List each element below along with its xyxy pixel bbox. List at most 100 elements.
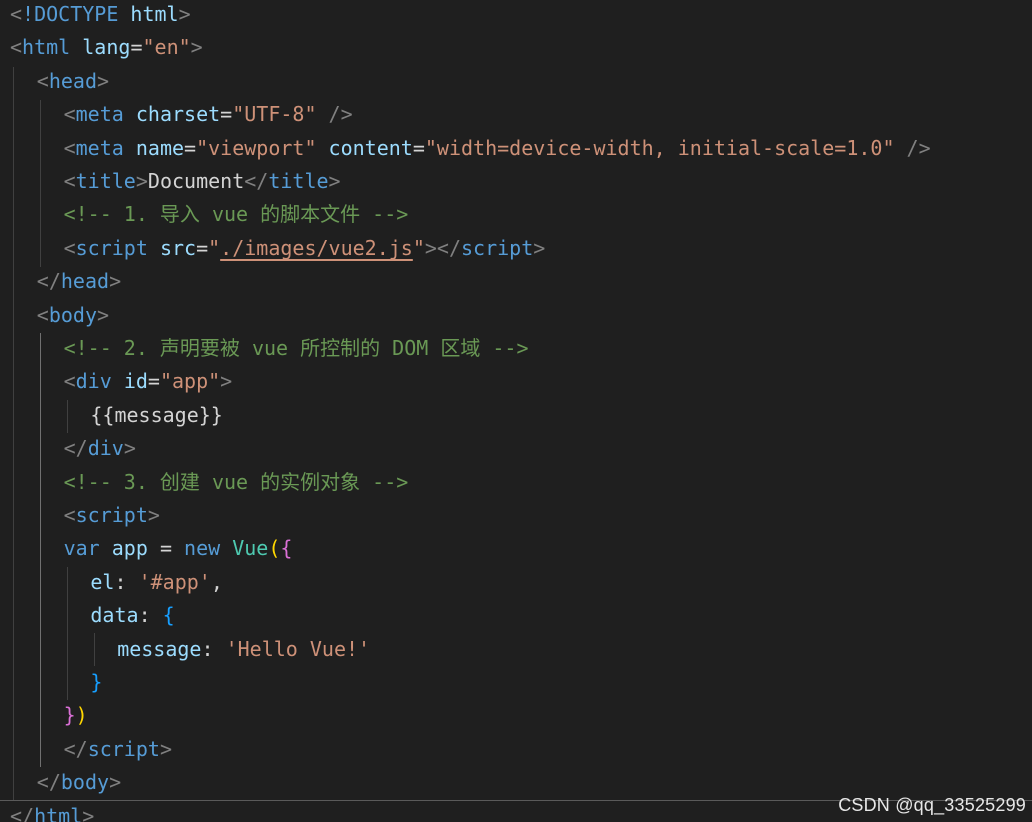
code-token: <!-- 2. 声明要被 vue 所控制的 DOM 区域 --> xyxy=(63,336,529,360)
code-token: "en" xyxy=(142,35,191,60)
code-token: script xyxy=(460,235,534,260)
code-token: > xyxy=(178,2,191,26)
code-token: > xyxy=(159,736,172,761)
code-token: div xyxy=(87,436,124,461)
code-token: > xyxy=(147,503,160,527)
code-token: body xyxy=(48,302,98,327)
code-line-15[interactable]: <!-- 3. 创建 vue 的实例对象 --> xyxy=(64,466,409,499)
code-token: content xyxy=(328,135,413,160)
code-line-19[interactable]: data: { xyxy=(90,599,174,632)
code-token: message xyxy=(117,636,202,661)
code-token: name xyxy=(135,135,185,160)
code-token: script xyxy=(75,503,148,527)
code-line-18[interactable]: el: '#app', xyxy=(90,566,222,599)
code-token: ( xyxy=(268,536,281,561)
code-token: !DOCTYPE xyxy=(22,2,119,26)
code-token: "width=device-width, initial-scale=1.0" xyxy=(424,135,895,160)
code-line-10[interactable]: <body> xyxy=(37,299,109,332)
code-line-25[interactable]: </html> xyxy=(10,800,94,822)
code-token: < xyxy=(63,102,76,127)
code-token: head xyxy=(48,68,98,93)
code-line-5[interactable]: <meta name="viewport" content="width=dev… xyxy=(64,132,931,165)
code-line-14[interactable]: </div> xyxy=(64,432,136,465)
code-token: = xyxy=(412,135,425,160)
code-token: data xyxy=(90,603,139,628)
watermark: CSDN @qq_33525299 xyxy=(838,795,1026,815)
code-token: < xyxy=(63,369,76,394)
code-line-6[interactable]: <title>Document</title> xyxy=(64,165,341,198)
code-token: < xyxy=(63,503,76,527)
code-token: : xyxy=(201,636,226,661)
code-token: charset xyxy=(135,102,221,127)
code-line-12[interactable]: <div id="app"> xyxy=(64,365,233,398)
code-token: > xyxy=(109,770,122,795)
code-token: } xyxy=(63,703,76,728)
code-token: </ xyxy=(36,770,61,795)
code-token: lang xyxy=(82,35,131,60)
code-token: > xyxy=(97,68,110,93)
code-line-1[interactable]: <!DOCTYPE html> xyxy=(10,0,191,31)
code-token: = xyxy=(184,135,197,160)
code-line-24[interactable]: </body> xyxy=(37,766,121,799)
code-line-4[interactable]: <meta charset="UTF-8" /> xyxy=(64,98,353,131)
code-line-13[interactable]: {{message}} xyxy=(90,399,222,432)
code-token: head xyxy=(60,269,110,294)
code-token: > xyxy=(109,269,122,294)
code-token: 'Hello Vue!' xyxy=(225,636,371,661)
code-line-20[interactable]: message: 'Hello Vue!' xyxy=(117,633,370,666)
code-token: { xyxy=(280,536,293,561)
code-token: > xyxy=(82,803,95,822)
code-token: </ xyxy=(63,436,88,461)
code-token: = xyxy=(220,102,233,127)
code-token: ) xyxy=(75,703,88,728)
indent-guide-vue-object xyxy=(67,567,68,700)
indent-guide-data-object xyxy=(94,633,95,666)
code-line-8[interactable]: <script src="./images/vue2.js"></script> xyxy=(64,232,546,265)
code-token: body xyxy=(60,770,110,795)
code-token: } xyxy=(90,670,103,694)
code-line-16[interactable]: <script> xyxy=(64,499,160,532)
indent-guide-div xyxy=(67,400,68,433)
code-token: /> xyxy=(328,102,353,127)
code-token: /> xyxy=(906,135,931,160)
code-token: > xyxy=(123,436,136,461)
code-token: meta xyxy=(75,102,124,127)
code-token: "viewport" xyxy=(196,135,317,160)
code-line-22[interactable]: }) xyxy=(64,699,88,732)
code-line-9[interactable]: </head> xyxy=(37,265,121,298)
code-line-2[interactable]: <html lang="en"> xyxy=(10,31,203,64)
code-token: < xyxy=(63,235,76,260)
code-token: <!-- 3. 创建 vue 的实例对象 --> xyxy=(63,469,409,494)
code-token: Vue xyxy=(232,536,269,561)
code-token: </ xyxy=(244,169,269,193)
code-line-23[interactable]: </script> xyxy=(64,733,172,766)
code-line-3[interactable]: <head> xyxy=(37,65,109,98)
code-token: < xyxy=(10,35,23,60)
code-token: html xyxy=(34,803,83,822)
code-line-21[interactable]: } xyxy=(90,666,102,699)
code-editor[interactable]: <!DOCTYPE html> <html lang="en"> <head> <me… xyxy=(0,0,1032,822)
code-token: = xyxy=(159,536,172,561)
code-line-17[interactable]: var app = new Vue({ xyxy=(64,532,293,565)
code-token: div xyxy=(75,369,112,394)
code-line-11[interactable]: <!-- 2. 声明要被 vue 所控制的 DOM 区域 --> xyxy=(64,332,529,365)
code-token: title xyxy=(75,169,136,193)
code-token: script xyxy=(75,235,148,260)
code-token: '#app' xyxy=(138,569,211,594)
code-token: title xyxy=(268,169,329,193)
code-token: > xyxy=(135,169,148,193)
code-token: : xyxy=(114,569,139,594)
code-token: < xyxy=(36,68,49,93)
code-line-7[interactable]: <!-- 1. 导入 vue 的脚本文件 --> xyxy=(64,198,409,231)
code-token: html xyxy=(22,35,71,60)
code-token: < xyxy=(63,169,76,193)
